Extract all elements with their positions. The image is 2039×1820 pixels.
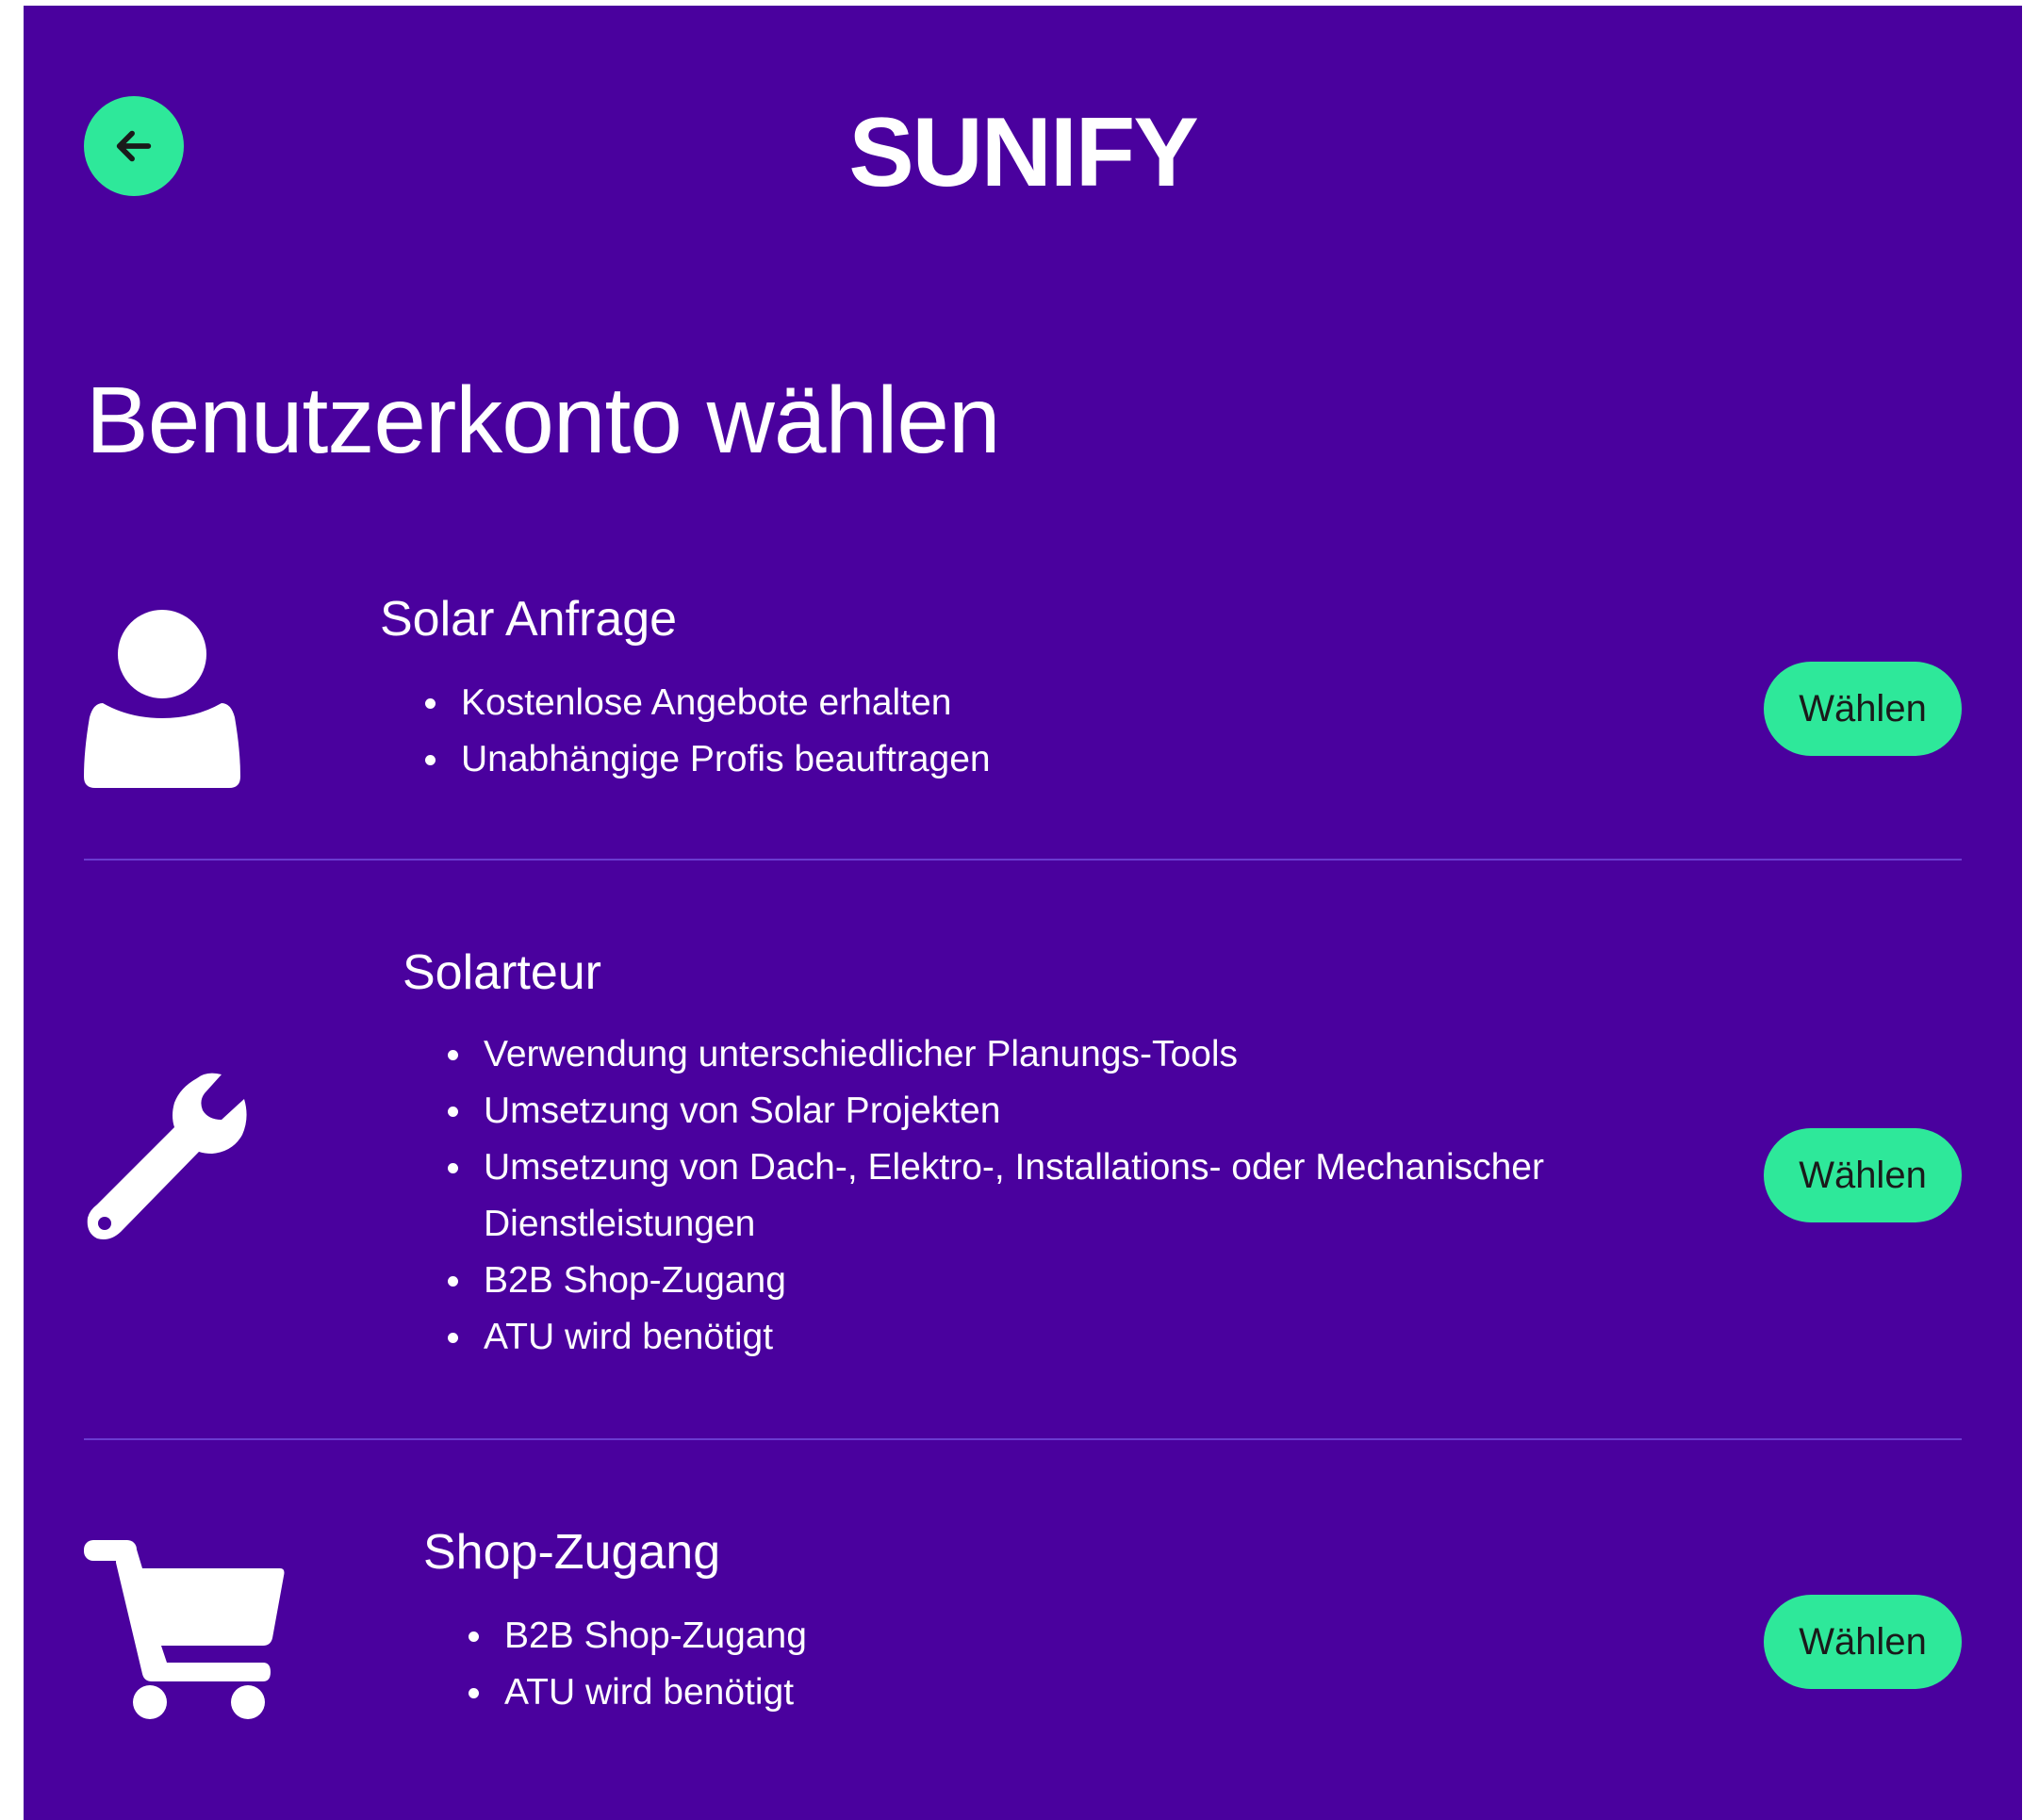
select-button[interactable]: Wählen	[1764, 662, 1962, 756]
list-item: B2B Shop-Zugang	[469, 1608, 807, 1664]
page-title: Benutzerkonto wählen	[86, 368, 1001, 473]
brand-logo: SUNIFY	[848, 98, 1198, 207]
account-option-shop-zugang: Shop-Zugang B2B Shop-Zugang ATU wird ben…	[84, 1523, 1962, 1749]
list-item: ATU wird benötigt	[469, 1664, 807, 1721]
list-item: B2B Shop-Zugang	[448, 1253, 1634, 1309]
app-frame: SUNIFY Benutzerkonto wählen Solar Anfrag…	[24, 6, 2022, 1820]
select-button[interactable]: Wählen	[1764, 1595, 1962, 1689]
account-option-solar-anfrage: Solar Anfrage Kostenlose Angebote erhalt…	[84, 590, 1962, 826]
feature-list: Kostenlose Angebote erhalten Unabhängige…	[425, 675, 991, 788]
wrench-icon	[87, 1073, 247, 1239]
user-icon	[84, 610, 240, 788]
list-item: Kostenlose Angebote erhalten	[425, 675, 991, 731]
account-title: Solar Anfrage	[380, 592, 678, 647]
list-item: Unabhängige Profis beauftragen	[425, 731, 991, 788]
list-item: Verwendung unterschiedlicher Planungs-To…	[448, 1026, 1634, 1083]
account-option-solarteur: Solarteur Verwendung unterschiedlicher P…	[84, 943, 1962, 1377]
account-title: Shop-Zugang	[423, 1525, 721, 1580]
list-item: Umsetzung von Dach-, Elektro-, Installat…	[448, 1140, 1634, 1253]
cart-icon	[84, 1540, 285, 1719]
feature-list: Verwendung unterschiedlicher Planungs-To…	[448, 1026, 1634, 1366]
divider	[84, 1438, 1962, 1440]
list-item: Umsetzung von Solar Projekten	[448, 1083, 1634, 1140]
account-title: Solarteur	[403, 945, 601, 1000]
feature-list: B2B Shop-Zugang ATU wird benötigt	[469, 1608, 807, 1721]
divider	[84, 859, 1962, 861]
select-button[interactable]: Wählen	[1764, 1128, 1962, 1222]
list-item: ATU wird benötigt	[448, 1309, 1634, 1366]
